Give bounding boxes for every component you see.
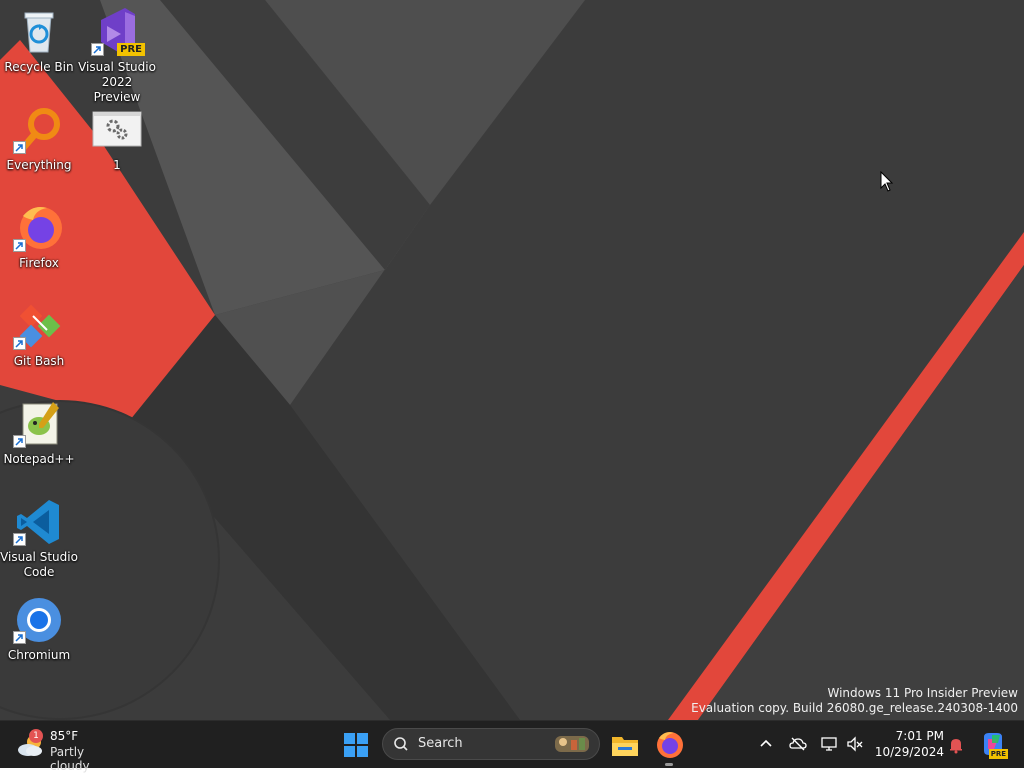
desktop-icon-label: Visual Studio Code (0, 550, 78, 579)
chromium-icon (13, 594, 65, 646)
windows-watermark: Windows 11 Pro Insider Preview Evaluatio… (691, 686, 1018, 716)
shortcut-arrow-icon (91, 43, 104, 56)
system-clock[interactable]: 7:01 PM 10/29/2024 (874, 728, 944, 760)
notepad-plus-plus-icon (13, 398, 65, 450)
desktop-icon-visual-studio-code[interactable]: Visual Studio Code (0, 496, 78, 580)
desktop-icon-label: Git Bash (13, 354, 65, 368)
search-placeholder: Search (418, 736, 463, 751)
shortcut-arrow-icon (13, 435, 26, 448)
clock-time: 7:01 PM (895, 729, 944, 743)
firefox-icon (13, 202, 65, 254)
git-bash-icon (13, 300, 65, 352)
shortcut-arrow-icon (13, 533, 26, 546)
desktop-icon-label: Chromium (7, 648, 71, 662)
desktop-icon-label: 1 (113, 158, 121, 172)
vscode-icon (13, 496, 65, 548)
desktop-icon-1[interactable]: 1 (78, 104, 156, 173)
weather-condition: Partly cloudy (50, 745, 90, 773)
chevron-up-icon[interactable] (757, 735, 775, 753)
firefox-icon[interactable] (653, 729, 685, 761)
onedrive-offline-icon[interactable] (789, 735, 807, 753)
shortcut-arrow-icon (13, 337, 26, 350)
start-icon[interactable] (340, 729, 372, 761)
copilot-button[interactable]: PRE (980, 731, 1008, 759)
desktop-icon-label: Everything (6, 158, 72, 172)
network-icon[interactable] (820, 735, 838, 753)
desktop-icon-recycle-bin[interactable]: Recycle Bin (0, 6, 78, 75)
desktop-icon-firefox[interactable]: Firefox (0, 202, 78, 271)
search-icon (394, 737, 408, 751)
shortcut-arrow-icon (13, 631, 26, 644)
visual-studio-preview-icon: PRE (91, 6, 145, 58)
desktop-icon-label: Firefox (19, 256, 59, 270)
desktop-icon-notepad-plus-plus[interactable]: Notepad++ (0, 398, 78, 467)
desktop-icon-label: Recycle Bin (4, 60, 74, 74)
desktop-icon-label: Visual Studio 2022 Preview (78, 60, 156, 104)
file-explorer-icon[interactable] (609, 729, 641, 761)
desktop-icon-git-bash[interactable]: Git Bash (0, 300, 78, 369)
weather-widget[interactable]: 1 85°F Partly cloudy (16, 727, 126, 773)
taskbar-search-box[interactable]: Search (382, 728, 600, 760)
weather-temperature: 85°F (50, 729, 79, 743)
taskbar: 1 85°F Partly cloudy Search 7:01 PM 10/2… (0, 720, 1024, 773)
weather-alert-badge: 1 (29, 729, 43, 743)
running-indicator (665, 763, 673, 766)
everything-search-icon (13, 104, 65, 156)
desktop-icon-chromium[interactable]: Chromium (0, 594, 78, 663)
copilot-pre-badge: PRE (988, 749, 1008, 759)
clock-date: 10/29/2024 (874, 745, 944, 759)
shortcut-arrow-icon (13, 239, 26, 252)
desktop-icon-label: Notepad++ (3, 452, 75, 466)
shortcut-arrow-icon (13, 141, 26, 154)
volume-muted-icon[interactable] (846, 735, 864, 753)
search-highlight-icon (555, 736, 589, 752)
recycle-bin-icon (13, 6, 65, 58)
desktop-icon-everything[interactable]: Everything (0, 104, 78, 173)
mouse-pointer-icon (880, 171, 894, 192)
settings-file-icon (91, 104, 143, 156)
bell-icon[interactable] (947, 736, 965, 754)
watermark-edition: Windows 11 Pro Insider Preview (827, 686, 1018, 700)
desktop[interactable]: Recycle Bin PRE Visual Studio 2022 Previ… (0, 0, 1024, 720)
desktop-icon-visual-studio-2022-preview[interactable]: PRE Visual Studio 2022 Preview (78, 6, 156, 105)
watermark-build: Evaluation copy. Build 26080.ge_release.… (691, 701, 1018, 715)
preview-badge: PRE (117, 43, 145, 56)
